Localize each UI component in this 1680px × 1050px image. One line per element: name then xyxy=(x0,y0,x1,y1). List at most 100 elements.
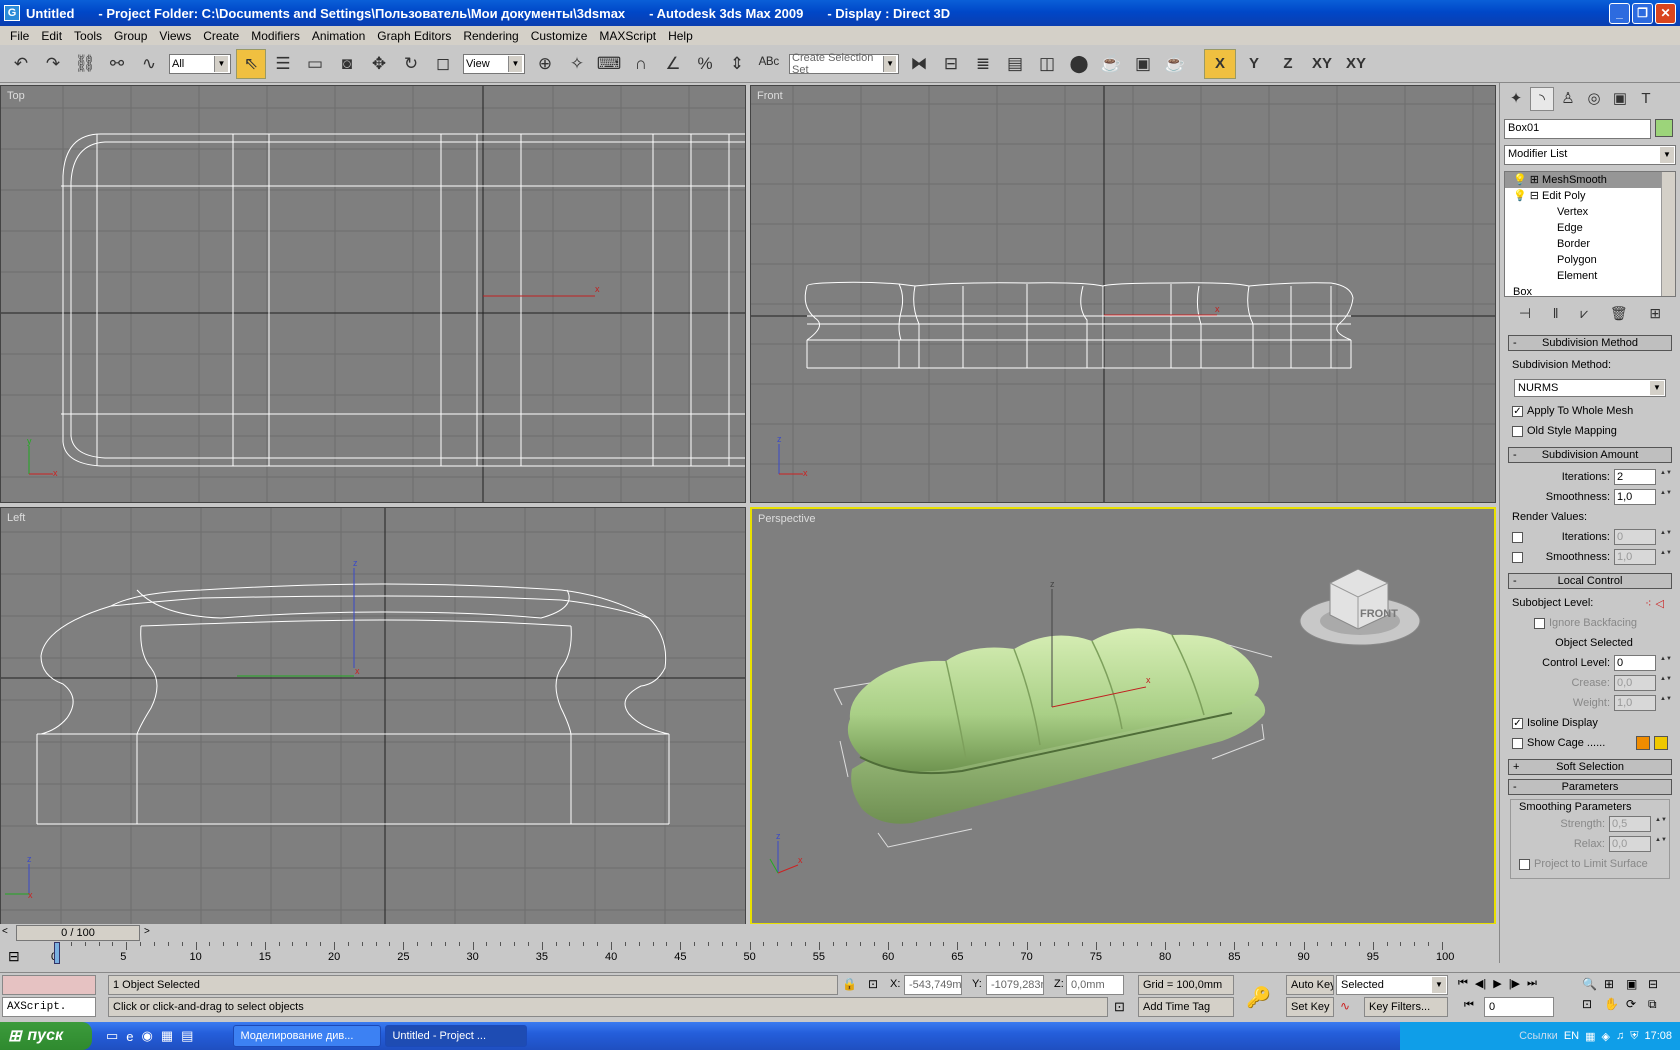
viewport-front[interactable]: x z x Front xyxy=(750,85,1496,503)
language-indicator[interactable]: EN xyxy=(1564,1030,1579,1042)
pivot-center-icon[interactable]: ⊕ xyxy=(530,49,560,79)
old-style-mapping-checkbox[interactable] xyxy=(1512,425,1523,437)
stack-item-border[interactable]: Border xyxy=(1505,236,1675,252)
collapse-icon[interactable]: ⊟ xyxy=(1530,190,1539,202)
viewport-label-top[interactable]: Top xyxy=(7,90,25,102)
key-mode-icon[interactable]: ∿ xyxy=(1340,999,1350,1013)
previous-frame-icon[interactable]: < xyxy=(2,926,8,937)
add-time-tag[interactable]: Add Time Tag xyxy=(1138,997,1234,1017)
mini-curve-editor-icon[interactable]: ⊟ xyxy=(8,948,20,965)
zoom-all-icon[interactable]: ⊞ xyxy=(1604,977,1626,991)
time-slider-knob[interactable]: 0 / 100 xyxy=(16,925,140,941)
redo-icon[interactable]: ↷ xyxy=(38,49,68,79)
render-smoothness-checkbox[interactable] xyxy=(1512,551,1523,563)
unlink-icon[interactable]: ⚯ xyxy=(102,49,132,79)
menu-create[interactable]: Create xyxy=(197,29,245,43)
viewport-perspective[interactable]: z x z x FRONT Perspective xyxy=(750,507,1496,925)
track-bar[interactable]: ⊟ 05101520253035404550556065707580859095… xyxy=(0,942,1499,972)
select-and-manipulate-icon[interactable]: ✧ xyxy=(562,49,592,79)
stack-item-box[interactable]: Box xyxy=(1505,284,1675,296)
z-coord-field[interactable]: 0,0mm xyxy=(1066,975,1124,995)
graphite-ribbon-icon[interactable]: ▤ xyxy=(1000,49,1030,79)
time-tag-icon[interactable]: ⊡ xyxy=(1114,999,1125,1015)
pin-stack-icon[interactable]: ⊣ xyxy=(1519,305,1531,323)
render-setup-icon[interactable]: ☕ xyxy=(1096,49,1126,79)
select-and-link-icon[interactable]: ⛓ xyxy=(70,49,100,79)
spinner-arrows-icon[interactable]: ▲▼ xyxy=(1660,469,1672,485)
minimize-button[interactable]: _ xyxy=(1609,3,1630,24)
stack-item-polygon[interactable]: Polygon xyxy=(1505,252,1675,268)
tray-icon-security[interactable]: ⛨ xyxy=(1630,1030,1638,1043)
modify-tab-icon[interactable]: ◝ xyxy=(1530,87,1554,111)
spinner-arrows-icon[interactable]: ▲▼ xyxy=(1655,816,1667,832)
key-mode-toggle-icon[interactable]: ⏮ xyxy=(1464,999,1474,1012)
y-coord-field[interactable]: -1079,283r xyxy=(986,975,1044,995)
menu-views[interactable]: Views xyxy=(153,29,197,43)
selection-filter-dropdown[interactable]: All ▼ xyxy=(169,53,231,74)
tray-icon-antivirus[interactable]: ◈ xyxy=(1602,1030,1610,1043)
set-key-button[interactable]: Set Key xyxy=(1286,997,1334,1017)
menu-edit[interactable]: Edit xyxy=(35,29,68,43)
parameters-header[interactable]: - Parameters xyxy=(1508,779,1672,795)
play-icon[interactable]: ▶ xyxy=(1493,977,1501,990)
subdivision-method-dropdown[interactable]: NURMS ▼ xyxy=(1514,379,1666,397)
local-control-header[interactable]: - Local Control xyxy=(1508,573,1672,589)
next-key-icon[interactable]: |▶ xyxy=(1509,977,1520,990)
layer-manager-icon[interactable]: ≣ xyxy=(968,49,998,79)
keyboard-shortcut-override-icon[interactable]: ⌨ xyxy=(594,49,624,79)
project-limit-surface-checkbox[interactable] xyxy=(1519,858,1530,870)
select-by-name-icon[interactable]: ☰ xyxy=(268,49,298,79)
stack-item-vertex[interactable]: Vertex xyxy=(1505,204,1675,220)
quick-launch-icon[interactable]: ▦ xyxy=(161,1028,173,1044)
links-toolbar[interactable]: Ссылки xyxy=(1519,1030,1558,1042)
lightbulb-icon[interactable]: 💡 xyxy=(1513,190,1527,202)
field-of-view-icon[interactable]: ⊡ xyxy=(1582,997,1604,1012)
menu-animation[interactable]: Animation xyxy=(306,29,371,43)
select-object-icon[interactable]: ⇖ xyxy=(236,48,266,79)
close-button[interactable]: ✕ xyxy=(1655,3,1676,24)
motion-tab-icon[interactable]: ◎ xyxy=(1582,87,1606,111)
previous-key-icon[interactable]: ◀| xyxy=(1475,977,1486,990)
maxscript-listener-pink[interactable] xyxy=(2,975,96,995)
show-end-result-icon[interactable]: ‖ xyxy=(1553,305,1559,323)
curve-editor-icon[interactable]: ◫ xyxy=(1032,49,1062,79)
create-tab-icon[interactable]: ✦ xyxy=(1504,87,1528,111)
key-selection-dropdown[interactable]: Selected ▼ xyxy=(1336,975,1448,995)
reference-coordinate-dropdown[interactable]: View ▼ xyxy=(463,53,525,74)
taskbar-task-browser[interactable]: Моделирование див... xyxy=(233,1025,382,1047)
smoothness-spinner[interactable]: 1,0 xyxy=(1614,489,1656,505)
bind-space-warp-icon[interactable]: ∿ xyxy=(134,49,164,79)
next-frame-icon[interactable]: > xyxy=(144,926,150,937)
viewport-label-front[interactable]: Front xyxy=(757,90,783,102)
isoline-display-checkbox[interactable]: ✓ xyxy=(1512,717,1523,729)
pan-icon[interactable]: ✋ xyxy=(1604,997,1626,1012)
vertex-level-icon[interactable]: ⁖ xyxy=(1645,597,1651,610)
set-key-icon[interactable]: 🔑 xyxy=(1246,985,1271,1010)
orbit-icon[interactable]: ⟳ xyxy=(1626,997,1648,1012)
soft-selection-header[interactable]: + Soft Selection xyxy=(1508,759,1672,775)
select-and-scale-icon[interactable]: ◻ xyxy=(428,49,458,79)
remove-modifier-icon[interactable]: 🗑 xyxy=(1610,305,1628,323)
menu-modifiers[interactable]: Modifiers xyxy=(245,29,306,43)
go-to-end-icon[interactable]: ⏭ xyxy=(1527,977,1537,990)
edit-named-selection-icon[interactable]: ᴬᴮᶜ xyxy=(754,49,784,79)
current-time-marker[interactable] xyxy=(54,942,60,964)
make-unique-icon[interactable]: ⩗ xyxy=(1580,305,1588,323)
spinner-arrows-icon[interactable]: ▲▼ xyxy=(1660,549,1672,565)
show-cage-checkbox[interactable] xyxy=(1512,737,1523,749)
menu-group[interactable]: Group xyxy=(108,29,153,43)
modifier-list-dropdown[interactable]: Modifier List ▼ xyxy=(1504,145,1676,165)
named-selection-set-dropdown[interactable]: Create Selection Set ▼ xyxy=(789,52,899,76)
show-desktop-icon[interactable]: ▭ xyxy=(106,1028,118,1044)
hierarchy-tab-icon[interactable]: ♙ xyxy=(1556,87,1580,111)
render-iterations-spinner[interactable]: 0 xyxy=(1614,529,1656,545)
spinner-arrows-icon[interactable]: ▲▼ xyxy=(1660,529,1672,545)
snap-toggle-icon[interactable]: ∩ xyxy=(626,49,656,79)
start-button[interactable]: ⊞ пуск xyxy=(0,1022,92,1050)
viewport-left[interactable]: z x z x Left xyxy=(0,507,746,925)
restore-button[interactable]: ❐ xyxy=(1632,3,1653,24)
select-and-rotate-icon[interactable]: ↻ xyxy=(396,49,426,79)
object-color-swatch[interactable] xyxy=(1655,119,1673,137)
tray-icon-network[interactable]: ▦ xyxy=(1585,1030,1595,1043)
menu-rendering[interactable]: Rendering xyxy=(457,29,524,43)
